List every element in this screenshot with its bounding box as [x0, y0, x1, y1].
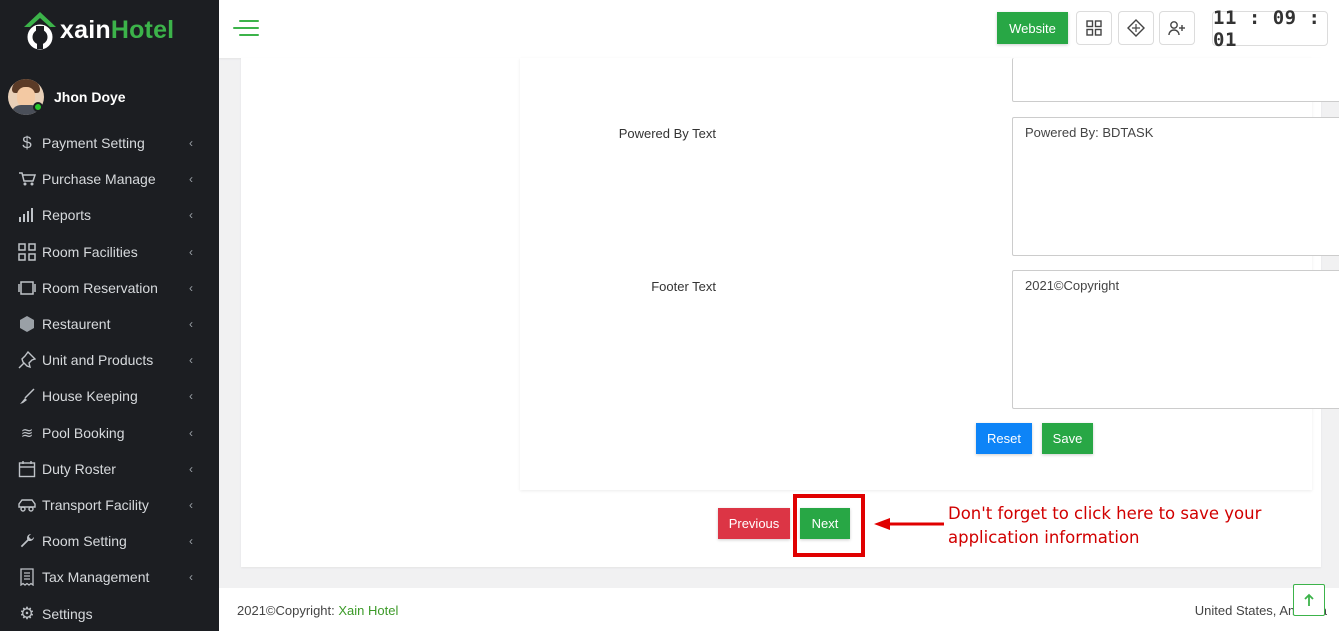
bar-chart-icon [17, 206, 37, 224]
chevron-left-icon: ‹ [189, 570, 193, 585]
company-link[interactable]: Xain Hotel [338, 603, 398, 618]
house-logo-icon [22, 10, 58, 50]
sidebar-item-payment-setting[interactable]: $ Payment Setting ‹ [0, 125, 219, 161]
chevron-left-icon: ‹ [189, 172, 193, 187]
sidebar-item-duty-roster[interactable]: Duty Roster ‹ [0, 451, 219, 487]
add-user-button[interactable] [1159, 11, 1195, 45]
car-icon [17, 496, 37, 514]
sidebar-item-transport-facility[interactable]: Transport Facility ‹ [0, 487, 219, 523]
save-button[interactable]: Save [1042, 423, 1093, 454]
chevron-left-icon: ‹ [189, 497, 193, 512]
sidebar-item-purchase-manage[interactable]: Purchase Manage ‹ [0, 161, 219, 197]
sidebar-item-house-keeping[interactable]: House Keeping ‹ [0, 378, 219, 414]
chevron-left-icon: ‹ [189, 136, 193, 151]
previous-button[interactable]: Previous [718, 508, 790, 539]
sidebar-item-reports[interactable]: Reports ‹ [0, 197, 219, 233]
move-arrows-icon [1127, 19, 1145, 37]
clock-display: 11 : 09 : 01 [1212, 7, 1328, 51]
pin-icon [17, 351, 37, 369]
reset-button[interactable]: Reset [976, 423, 1032, 454]
top-header: Website 11 : 09 : 01 [219, 0, 1339, 58]
chevron-left-icon: ‹ [189, 317, 193, 332]
chevron-left-icon: ‹ [189, 425, 193, 440]
sidebar-item-settings[interactable]: ⚙ Settings [0, 595, 219, 631]
hexagon-icon [17, 315, 37, 333]
fullscreen-button[interactable] [1118, 11, 1154, 45]
apps-grid-button[interactable] [1076, 11, 1112, 45]
powered-by-textarea[interactable]: Powered By: BDTASK [1012, 117, 1339, 256]
dollar-icon: $ [22, 133, 32, 153]
arrow-up-icon [1304, 593, 1314, 606]
user-plus-icon [1168, 21, 1185, 36]
sidebar-item-tax-management[interactable]: Tax Management ‹ [0, 559, 219, 595]
arrow-left-icon [874, 518, 944, 530]
receipt-icon [17, 568, 37, 587]
chevron-left-icon: ‹ [189, 534, 193, 549]
brand-name: xainHotel [60, 15, 175, 44]
powered-by-label: Powered By Text [618, 126, 716, 141]
sidebar-item-room-setting[interactable]: Room Setting ‹ [0, 523, 219, 559]
grid-icon [1086, 20, 1102, 36]
chevron-left-icon: ‹ [189, 461, 193, 476]
calendar-icon [17, 460, 37, 478]
sidebar-item-unit-and-products[interactable]: Unit and Products ‹ [0, 342, 219, 378]
chevron-left-icon: ‹ [189, 353, 193, 368]
sidebar-item-room-reservation[interactable]: Room Reservation ‹ [0, 270, 219, 306]
next-button-highlight [793, 494, 865, 557]
annotation-note: Don't forget to click here to save your … [948, 504, 1262, 547]
waves-icon: ≋ [20, 424, 34, 442]
brand-logo[interactable]: xainHotel [0, 0, 219, 60]
online-status-dot [33, 102, 43, 112]
chevron-left-icon: ‹ [189, 208, 193, 223]
broom-icon [17, 387, 37, 405]
chevron-left-icon: ‹ [189, 244, 193, 259]
footer-text-textarea[interactable]: 2021©Copyright [1012, 270, 1339, 409]
cart-icon [17, 170, 37, 188]
grid-icon [17, 242, 37, 261]
sidebar: xainHotel Jhon Doye $ Payment Setting ‹ … [0, 0, 219, 631]
wrench-icon [17, 532, 37, 550]
page-footer: 2021©Copyright: Xain Hotel United States… [219, 588, 1339, 631]
scroll-to-top-button[interactable] [1293, 584, 1325, 616]
footer-copyright: 2021©Copyright: Xain Hotel [237, 603, 399, 618]
website-button[interactable]: Website [997, 12, 1068, 44]
main-content-card: Powered By Text Powered By: BDTASK Foote… [241, 58, 1339, 567]
sidebar-item-room-facilities[interactable]: Room Facilities ‹ [0, 234, 219, 270]
sidebar-item-pool-booking[interactable]: ≋ Pool Booking ‹ [0, 415, 219, 451]
chevron-left-icon: ‹ [189, 389, 193, 404]
chevron-left-icon: ‹ [189, 280, 193, 295]
settings-form-card: Powered By Text Powered By: BDTASK Foote… [520, 58, 1339, 490]
previous-textarea-field[interactable] [1012, 58, 1339, 102]
menu-toggle-icon[interactable] [233, 20, 259, 36]
sidebar-item-restaurent[interactable]: Restaurent ‹ [0, 306, 219, 342]
user-name: Jhon Doye [54, 89, 126, 105]
sidebar-menu: $ Payment Setting ‹ Purchase Manage ‹ Re… [0, 125, 219, 631]
gear-icon: ⚙ [19, 603, 35, 623]
footer-text-label: Footer Text [651, 279, 716, 294]
reservation-icon [17, 279, 37, 297]
